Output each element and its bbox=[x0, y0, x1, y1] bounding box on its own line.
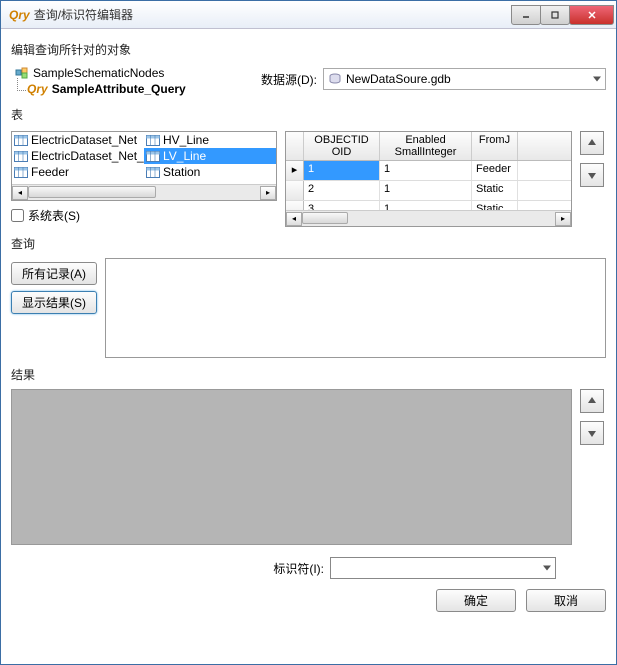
target-label: 编辑查询所针对的对象 bbox=[11, 41, 606, 58]
all-records-button[interactable]: 所有记录(A) bbox=[11, 262, 97, 285]
tree-child-label: SampleAttribute_Query bbox=[52, 82, 186, 96]
footer-buttons: 确定 取消 bbox=[11, 589, 606, 612]
scroll-left-button[interactable]: ◂ bbox=[12, 186, 28, 200]
query-label: 查询 bbox=[11, 235, 606, 252]
window-title: 查询/标识符编辑器 bbox=[34, 6, 512, 23]
table-row[interactable]: ▸11Feeder bbox=[286, 161, 571, 181]
results-grid[interactable] bbox=[11, 389, 572, 545]
reorder-buttons bbox=[580, 131, 606, 227]
qry-icon: Qry bbox=[9, 8, 30, 22]
chevron-down-icon bbox=[543, 566, 551, 571]
scroll-track[interactable] bbox=[28, 186, 260, 200]
results-label: 结果 bbox=[11, 366, 606, 383]
grid-hscrollbar[interactable]: ◂ ▸ bbox=[286, 210, 571, 226]
datasource-value: NewDataSoure.gdb bbox=[346, 72, 451, 86]
table-item[interactable]: ElectricDataset_Net_Junctions bbox=[12, 148, 144, 164]
scroll-left-button[interactable]: ◂ bbox=[286, 212, 302, 226]
data-grid[interactable]: OBJECTIDOIDEnabledSmallIntegerFromJ ▸11F… bbox=[285, 131, 572, 227]
scroll-right-button[interactable]: ▸ bbox=[260, 186, 276, 200]
systables-checkbox[interactable]: 系统表(S) bbox=[11, 207, 277, 224]
content: 编辑查询所针对的对象 SampleSchematicNodes Qry Samp… bbox=[1, 29, 616, 620]
query-editor-window: Qry 查询/标识符编辑器 编辑查询所针对的对象 SampleSchematic… bbox=[0, 0, 617, 665]
table-item[interactable]: HV_Line bbox=[144, 132, 276, 148]
systables-label: 系统表(S) bbox=[28, 207, 80, 224]
move-up-button[interactable] bbox=[580, 389, 604, 413]
grid-corner bbox=[286, 132, 304, 160]
close-button[interactable] bbox=[569, 5, 614, 25]
table-item[interactable]: ElectricDataset_Net bbox=[12, 132, 144, 148]
cancel-button[interactable]: 取消 bbox=[526, 589, 606, 612]
ok-button[interactable]: 确定 bbox=[436, 589, 516, 612]
geodatabase-icon bbox=[328, 72, 342, 86]
datasource-select[interactable]: NewDataSoure.gdb bbox=[323, 68, 606, 90]
grid-col-header[interactable]: FromJ bbox=[472, 132, 518, 160]
chevron-down-icon bbox=[593, 77, 601, 82]
query-buttons: 所有记录(A) 显示结果(S) bbox=[11, 262, 97, 314]
tables-label: 表 bbox=[11, 106, 606, 123]
table-list[interactable]: ElectricDataset_NetHV_LineElectricDatase… bbox=[11, 131, 277, 201]
identifier-label: 标识符(I): bbox=[273, 560, 324, 577]
hscrollbar[interactable]: ◂ ▸ bbox=[12, 184, 276, 200]
table-item[interactable]: LV_Line bbox=[144, 148, 276, 164]
minimize-button[interactable] bbox=[511, 5, 541, 25]
table-list-wrap: ElectricDataset_NetHV_LineElectricDatase… bbox=[11, 131, 277, 227]
tables-area: ElectricDataset_NetHV_LineElectricDatase… bbox=[11, 131, 606, 227]
qry-icon: Qry bbox=[27, 82, 48, 96]
identifier-combo[interactable] bbox=[330, 557, 556, 579]
titlebar[interactable]: Qry 查询/标识符编辑器 bbox=[1, 1, 616, 29]
systables-input[interactable] bbox=[11, 209, 24, 222]
move-up-button[interactable] bbox=[580, 131, 604, 155]
table-item[interactable]: Feeder bbox=[12, 164, 144, 180]
show-results-button[interactable]: 显示结果(S) bbox=[11, 291, 97, 314]
query-area: 所有记录(A) 显示结果(S) bbox=[11, 258, 606, 358]
query-textarea[interactable] bbox=[105, 258, 606, 358]
move-down-button[interactable] bbox=[580, 421, 604, 445]
grid-col-header[interactable]: OBJECTIDOID bbox=[304, 132, 380, 160]
table-item[interactable]: Station bbox=[144, 164, 276, 180]
results-reorder bbox=[580, 389, 606, 545]
scroll-right-button[interactable]: ▸ bbox=[555, 212, 571, 226]
table-row[interactable]: 21Static bbox=[286, 181, 571, 201]
window-controls bbox=[512, 5, 614, 25]
tree-root-label: SampleSchematicNodes bbox=[33, 66, 164, 80]
move-down-button[interactable] bbox=[580, 163, 604, 187]
scroll-track[interactable] bbox=[302, 212, 555, 226]
grid-col-header[interactable]: EnabledSmallInteger bbox=[380, 132, 472, 160]
identifier-row: 标识符(I): bbox=[11, 557, 606, 579]
maximize-button[interactable] bbox=[540, 5, 570, 25]
results-area bbox=[11, 389, 606, 545]
